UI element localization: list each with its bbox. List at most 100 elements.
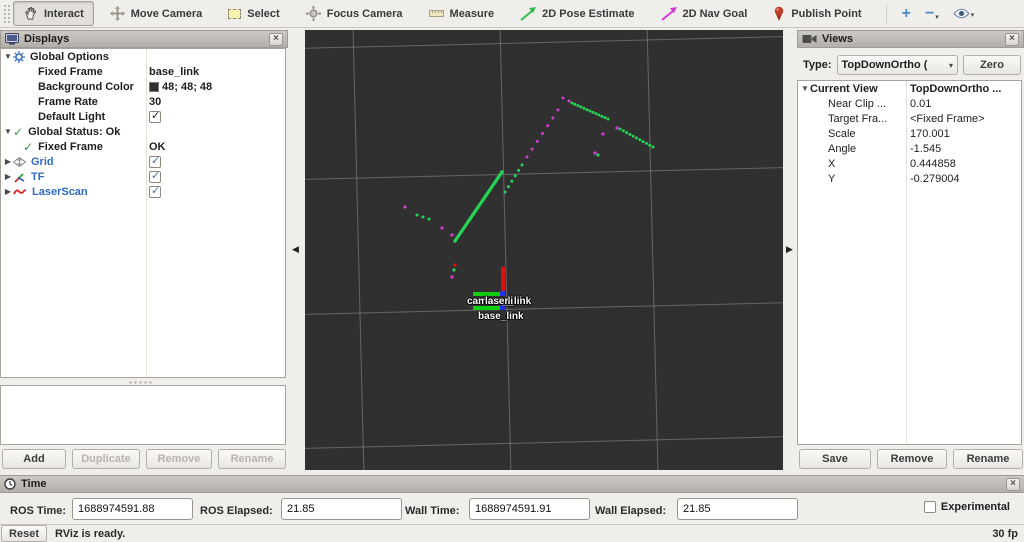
eye-icon <box>953 8 970 19</box>
enabled-checkbox[interactable]: ✓ <box>149 186 161 198</box>
display-row-tf[interactable]: ▶ TF ✓ <box>1 169 285 184</box>
displays-lower-box <box>0 385 286 445</box>
property-value[interactable]: 48; 48; 48 <box>149 81 212 93</box>
camera-icon <box>802 34 817 44</box>
zero-button[interactable]: Zero <box>963 55 1021 75</box>
expander-icon[interactable]: ▶ <box>3 187 13 196</box>
view-row-x[interactable]: X 0.444858 <box>798 156 1021 171</box>
close-icon[interactable]: × <box>269 33 283 46</box>
remove-button[interactable]: Remove <box>146 449 212 469</box>
expander-icon[interactable]: ▼ <box>3 52 13 61</box>
expander-icon[interactable]: ▼ <box>800 84 810 93</box>
display-row-grid[interactable]: ▶Grid✓ <box>1 154 285 169</box>
property-name: Near Clip ... <box>828 98 886 110</box>
tool-2d-pose-estimate[interactable]: 2D Pose Estimate <box>510 2 644 26</box>
tf-x-axis <box>501 267 505 294</box>
right-splitter[interactable]: ▶ <box>783 30 797 470</box>
views-title-bar[interactable]: Views × <box>797 30 1024 48</box>
views-remove-button[interactable]: Remove <box>877 449 947 469</box>
enabled-checkbox[interactable]: ✓ <box>149 156 161 168</box>
wall-elapsed--input[interactable]: 21.85 <box>677 498 798 520</box>
property-value[interactable]: 30 <box>149 96 161 108</box>
view-row-scale[interactable]: Scale170.001 <box>798 126 1021 141</box>
property-name: X <box>828 158 835 170</box>
time-title-bar[interactable]: Time × <box>0 475 1024 493</box>
add-tool-button[interactable]: + <box>895 4 918 24</box>
tf-frame-label[interactable]: base_link <box>478 311 524 322</box>
tool-interact[interactable]: Interact <box>13 1 94 26</box>
display-row-global-options[interactable]: ▼Global Options <box>1 49 285 64</box>
view-row-y[interactable]: Y-0.279004 <box>798 171 1021 186</box>
display-row-background-color[interactable]: Background Color 48; 48; 48 <box>1 79 285 94</box>
tool-measure[interactable]: Measure <box>419 3 505 25</box>
collapse-left-icon[interactable]: ◀ <box>292 244 299 255</box>
status-message: RViz is ready. <box>55 528 125 540</box>
add-button[interactable]: Add <box>2 449 66 469</box>
displays-panel-title: Displays <box>24 33 69 45</box>
views-buttons: Save Remove Rename <box>799 449 1023 469</box>
display-row-laserscan[interactable]: ▶LaserScan✓ <box>1 184 285 199</box>
property-value[interactable]: OK <box>149 141 166 153</box>
panel-splitter-handle[interactable] <box>128 381 154 384</box>
expander-icon[interactable]: ▶ <box>3 172 13 181</box>
toolbar-grip[interactable] <box>3 4 10 24</box>
tool-move-camera[interactable]: Move Camera <box>100 1 213 26</box>
view-row-target-fra-[interactable]: Target Fra...<Fixed Frame> <box>798 111 1021 126</box>
expander-icon[interactable]: ▶ <box>3 157 13 166</box>
duplicate-button[interactable]: Duplicate <box>72 449 140 469</box>
enabled-checkbox[interactable]: ✓ <box>149 171 161 183</box>
ros-elapsed--input[interactable]: 21.85 <box>281 498 402 520</box>
view-row-near-clip-[interactable]: Near Clip ... 0.01 <box>798 96 1021 111</box>
displays-title-bar[interactable]: Displays × <box>0 30 288 48</box>
property-value[interactable]: 170.001 <box>910 128 950 140</box>
hand-icon <box>23 6 38 21</box>
property-value[interactable]: -0.279004 <box>910 173 960 185</box>
display-row-global-status-ok[interactable]: ▼✓Global Status: Ok <box>1 124 285 139</box>
expander-icon[interactable]: ▼ <box>3 127 13 136</box>
toolbar: InteractMove CameraSelect Focus Camera Mea… <box>0 0 1024 28</box>
view-type-dropdown[interactable]: TopDownOrtho ( ▾ <box>837 55 958 75</box>
remove-tool-button[interactable]: − ▾ <box>918 4 946 24</box>
tool-label: Publish Point <box>791 8 861 20</box>
enabled-checkbox[interactable]: ✓ <box>149 111 161 123</box>
property-value[interactable]: ✓ <box>149 186 161 198</box>
collapse-right-icon[interactable]: ▶ <box>786 244 793 255</box>
experimental-checkbox[interactable] <box>924 501 936 513</box>
display-row-fixed-frame[interactable]: ✓Fixed FrameOK <box>1 139 285 154</box>
left-splitter[interactable]: ◀ <box>288 30 305 470</box>
property-value[interactable]: ✓ <box>149 111 161 123</box>
property-value[interactable]: 0.01 <box>910 98 931 110</box>
property-value[interactable]: TopDownOrtho ... <box>910 83 1001 95</box>
display-row-frame-rate[interactable]: Frame Rate30 <box>1 94 285 109</box>
close-icon[interactable]: × <box>1005 33 1019 46</box>
property-value[interactable]: <Fixed Frame> <box>910 113 985 125</box>
property-value[interactable]: -1.545 <box>910 143 941 155</box>
display-row-fixed-frame[interactable]: Fixed Framebase_link <box>1 64 285 79</box>
views-save-button[interactable]: Save <box>799 449 871 469</box>
property-name: Angle <box>828 143 856 155</box>
render-viewport[interactable]: camera_link laser_link base_link <box>305 30 783 470</box>
tool-properties-button[interactable]: ▾ <box>946 5 982 22</box>
ros-time--input[interactable]: 1688974591.88 <box>72 498 193 520</box>
view-row-angle[interactable]: Angle -1.545 <box>798 141 1021 156</box>
property-name: TF <box>31 171 44 183</box>
views-rename-button[interactable]: Rename <box>953 449 1023 469</box>
tool-focus-camera[interactable]: Focus Camera <box>296 1 413 26</box>
property-name: Current View <box>810 83 878 95</box>
wall-time--input[interactable]: 1688974591.91 <box>469 498 590 520</box>
tool-publish-point[interactable]: Publish Point <box>763 1 871 26</box>
view-type-value: TopDownOrtho ( <box>842 59 928 71</box>
property-value[interactable]: base_link <box>149 66 199 78</box>
view-row-current-view[interactable]: ▼Current View TopDownOrtho ... <box>798 81 1021 96</box>
display-row-default-light[interactable]: Default Light✓ <box>1 109 285 124</box>
tool-select[interactable]: Select <box>218 3 289 25</box>
tool-2d-nav-goal[interactable]: 2D Nav Goal <box>651 2 758 26</box>
property-value[interactable]: ✓ <box>149 156 161 168</box>
fps-indicator: 30 fp <box>992 528 1018 540</box>
rename-button[interactable]: Rename <box>218 449 286 469</box>
property-value[interactable]: ✓ <box>149 171 161 183</box>
close-icon[interactable]: × <box>1006 478 1020 491</box>
reset-button[interactable]: Reset <box>1 525 47 542</box>
property-value[interactable]: 0.444858 <box>910 158 956 170</box>
tf-frame-label[interactable]: laser_link <box>485 296 531 307</box>
